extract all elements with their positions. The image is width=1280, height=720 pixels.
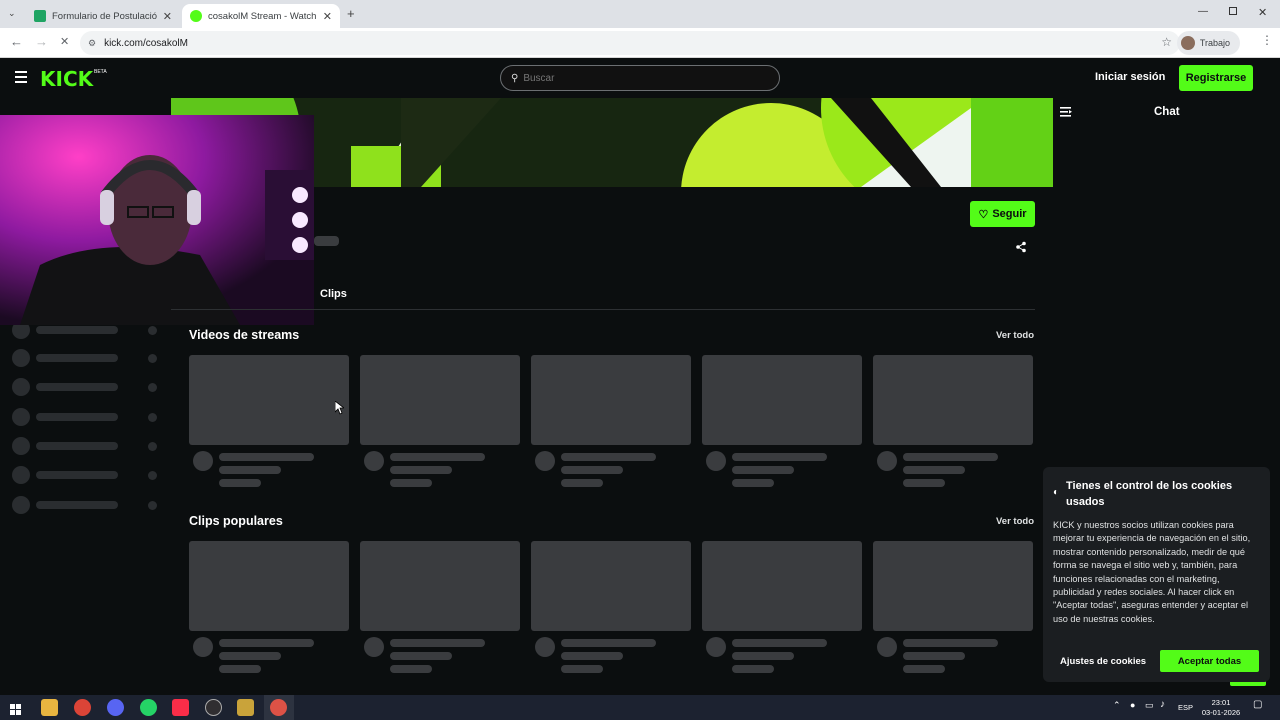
sidebar-skeleton-item bbox=[12, 408, 162, 426]
music-app-icon[interactable] bbox=[172, 699, 189, 716]
avatar bbox=[1180, 36, 1195, 50]
discord-icon[interactable] bbox=[107, 699, 124, 716]
restore-icon[interactable] bbox=[1229, 7, 1237, 15]
system-clock[interactable]: 23:01 03-01-2026 bbox=[1198, 698, 1244, 718]
close-tab-icon[interactable]: ✕ bbox=[323, 10, 332, 23]
back-icon[interactable]: ← bbox=[10, 34, 23, 49]
url-text: kick.com/cosakolM bbox=[104, 37, 188, 49]
heart-icon: ♡ bbox=[978, 208, 989, 221]
address-bar-row: ← → ✕ ⚙ kick.com/cosakolM ☆ Trabajo ⋮ bbox=[0, 28, 1280, 58]
sidebar-skeleton-item bbox=[12, 349, 162, 367]
notifications-icon[interactable]: ▢ bbox=[1253, 699, 1262, 710]
accept-all-cookies-button[interactable]: Aceptar todas bbox=[1160, 650, 1259, 672]
browser-tab-bar: ⌄ Formulario de Postulación de J ✕ cosak… bbox=[0, 0, 1280, 28]
mouse-cursor-icon bbox=[335, 401, 344, 415]
windows-taskbar: ⌃ ● ▭ ♪ ▢ bbox=[0, 695, 1280, 720]
sidebar-skeleton-item bbox=[12, 466, 162, 484]
active-app-indicator bbox=[264, 695, 294, 720]
cookie-title: Tienes el control de los cookies usados bbox=[1066, 480, 1233, 508]
share-icon[interactable] bbox=[1015, 240, 1027, 258]
obs-icon[interactable] bbox=[205, 699, 222, 716]
sheets-icon bbox=[34, 10, 46, 22]
kick-logo[interactable]: KICK bbox=[40, 67, 93, 91]
follow-label: Seguir bbox=[992, 208, 1027, 220]
kick-favicon-icon bbox=[190, 10, 202, 22]
whatsapp-icon[interactable] bbox=[140, 699, 157, 716]
tab-formulario[interactable]: Formulario de Postulación de J ✕ bbox=[26, 4, 180, 28]
tab-search-icon[interactable]: ⌄ bbox=[8, 8, 16, 19]
network-icon[interactable]: ▭ bbox=[1145, 700, 1154, 711]
login-button[interactable]: Iniciar sesión bbox=[1095, 71, 1165, 83]
see-all-videos-link[interactable]: Ver todo bbox=[996, 330, 1034, 341]
new-tab-icon[interactable]: + bbox=[347, 6, 355, 21]
forward-icon[interactable]: → bbox=[35, 34, 48, 49]
profile-label: Trabajo bbox=[1199, 38, 1230, 48]
see-all-clips-link[interactable]: Ver todo bbox=[996, 516, 1034, 527]
chat-title: Chat bbox=[1154, 106, 1180, 118]
media-player-icon[interactable] bbox=[237, 699, 254, 716]
search-box[interactable]: ⚲ bbox=[500, 65, 780, 91]
minimize-icon[interactable]: — bbox=[1198, 6, 1208, 17]
cookie-settings-button[interactable]: Ajustes de cookies bbox=[1053, 650, 1153, 672]
microphone-icon[interactable]: ● bbox=[1130, 700, 1135, 710]
tab-kick-stream[interactable]: cosakolM Stream - Watch Live o ✕ bbox=[182, 4, 340, 28]
beta-badge: BETA bbox=[94, 69, 107, 75]
close-tab-icon[interactable]: ✕ bbox=[163, 10, 172, 23]
hamburger-menu-icon[interactable] bbox=[15, 71, 27, 83]
volume-icon[interactable]: ♪ bbox=[1160, 699, 1165, 710]
sidebar-skeleton-item bbox=[12, 378, 162, 396]
profile-chip[interactable]: Trabajo bbox=[1176, 31, 1240, 55]
search-input[interactable] bbox=[523, 72, 754, 84]
sidebar-skeleton-item bbox=[12, 496, 162, 514]
clock-time: 23:01 bbox=[1211, 698, 1231, 707]
channel-name-skeleton bbox=[314, 236, 339, 246]
chrome-icon[interactable] bbox=[74, 699, 91, 716]
follow-button[interactable]: ♡ Seguir bbox=[970, 201, 1035, 227]
section-title-videos: Videos de streams bbox=[189, 328, 300, 342]
tray-chevron-icon[interactable]: ⌃ bbox=[1113, 700, 1121, 711]
site-header: KICK BETA ⚲ Iniciar sesión Registrarse bbox=[0, 58, 1280, 98]
tabs-divider bbox=[171, 309, 1035, 310]
bookmark-star-icon[interactable]: ☆ bbox=[1161, 35, 1172, 49]
site-info-icon[interactable]: ⚙ bbox=[88, 38, 96, 49]
tab-title: cosakolM Stream - Watch Live o bbox=[208, 10, 317, 22]
collapse-chat-icon[interactable] bbox=[1060, 106, 1073, 118]
close-window-icon[interactable]: ✕ bbox=[1258, 6, 1267, 19]
tab-title: Formulario de Postulación de J bbox=[52, 10, 157, 22]
webcam-image bbox=[0, 115, 314, 325]
language-indicator[interactable]: ESP bbox=[1178, 703, 1193, 712]
section-title-clips: Clips populares bbox=[189, 514, 283, 528]
omnibox[interactable]: ⚙ kick.com/cosakolM ☆ bbox=[80, 31, 1180, 55]
tab-clips[interactable]: Clips bbox=[320, 288, 347, 300]
search-icon: ⚲ bbox=[511, 72, 519, 84]
stop-loading-icon[interactable]: ✕ bbox=[60, 35, 69, 48]
webcam-overlay bbox=[0, 115, 314, 325]
sidebar-skeleton-item bbox=[12, 437, 162, 455]
cookie-body-text: KICK y nuestros socios utilizan cookies … bbox=[1053, 520, 1251, 624]
menu-kebab-icon[interactable]: ⋮ bbox=[1261, 33, 1273, 47]
file-explorer-icon[interactable] bbox=[41, 699, 58, 716]
windows-start-icon[interactable] bbox=[10, 702, 21, 715]
clock-date: 03-01-2026 bbox=[1201, 708, 1241, 717]
register-button[interactable]: Registrarse bbox=[1179, 65, 1253, 91]
